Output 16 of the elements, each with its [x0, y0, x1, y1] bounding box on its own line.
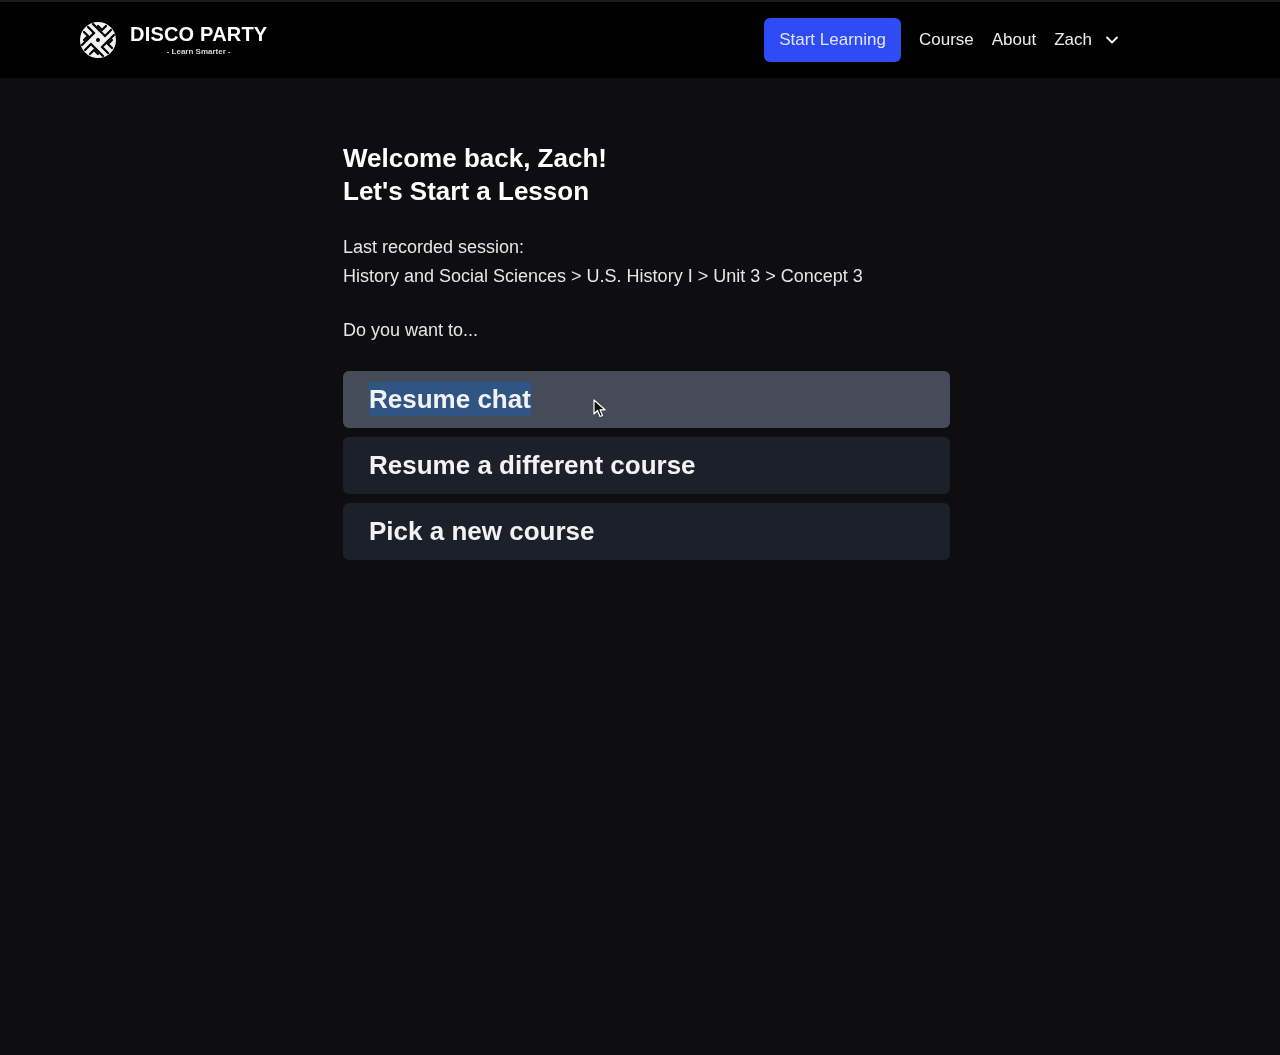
logo-text: DISCO PARTY: [130, 23, 268, 45]
session-label: Last recorded session:: [343, 236, 526, 259]
nav-link[interactable]: About: [991, 27, 1037, 53]
option-button[interactable]: Pick a new course: [343, 503, 950, 560]
user-menu-button[interactable]: Zach: [1054, 27, 1122, 53]
nav-link[interactable]: Course: [918, 27, 974, 53]
welcome-heading: Welcome back, Zach!: [343, 142, 608, 175]
lesson-heading: Let's Start a Lesson: [343, 175, 591, 208]
logo-tagline: - Learn Smarter -: [166, 47, 231, 57]
session-breadcrumb: History and Social Sciences > U.S. History I > Unit 3 > Concept 3: [343, 265, 864, 288]
option-button[interactable]: Resume chat: [343, 371, 950, 428]
prompt-text: Do you want to...: [343, 319, 480, 342]
start-learning-button[interactable]: Start Learning: [764, 18, 901, 62]
option-button[interactable]: Resume a different course: [343, 437, 950, 494]
logo-icon: [80, 22, 116, 58]
mouse-pointer-icon: [593, 399, 606, 418]
